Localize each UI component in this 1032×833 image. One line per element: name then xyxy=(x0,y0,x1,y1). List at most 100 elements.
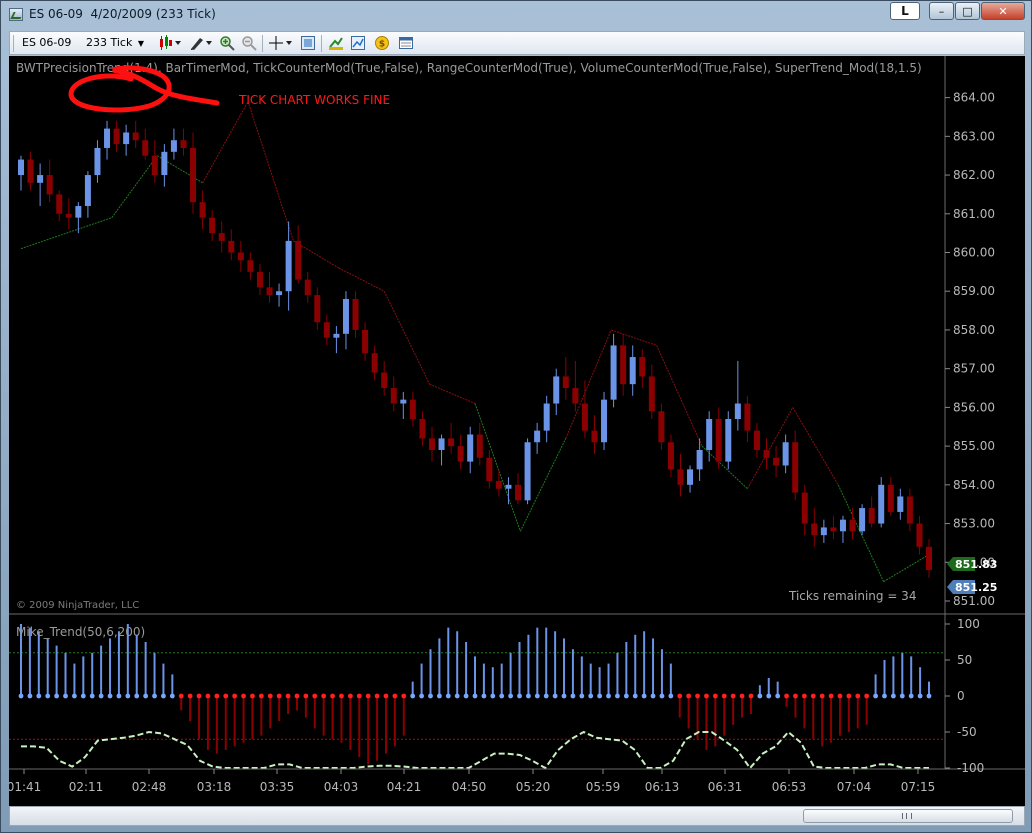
grip-icon xyxy=(902,813,912,819)
price-tick-label: 858.00 xyxy=(953,323,995,337)
osc-dot xyxy=(793,693,798,699)
candle-body xyxy=(266,287,273,296)
maximize-button[interactable]: □ xyxy=(955,2,980,20)
candle-body xyxy=(878,484,885,524)
candle-body xyxy=(505,484,512,489)
osc-dot xyxy=(330,693,335,699)
supertrend-segment xyxy=(429,383,476,404)
osc-dot xyxy=(241,693,246,699)
candle-body xyxy=(610,345,617,400)
candle-body xyxy=(390,388,397,404)
osc-dot xyxy=(374,693,380,699)
candle-body xyxy=(486,457,493,481)
supertrend-segment xyxy=(247,101,294,242)
supertrend-segment xyxy=(792,407,839,486)
osc-dot xyxy=(873,693,878,699)
data-box-icon[interactable] xyxy=(398,35,414,51)
instrument-selector[interactable]: ES 06-09 xyxy=(22,35,84,51)
title-bar[interactable]: ES 06-09 4/20/2009 (233 Tick) L – □ ✕ xyxy=(1,1,1031,29)
candle-body xyxy=(811,523,818,536)
price-tick-label: 861.00 xyxy=(953,207,995,221)
link-button[interactable]: L xyxy=(890,2,920,20)
strategies-icon[interactable] xyxy=(350,35,366,51)
pencil-icon[interactable] xyxy=(188,35,214,51)
osc-dot xyxy=(908,693,914,699)
chart-scrollbar[interactable] xyxy=(9,806,1025,826)
time-tick-label: 06:31 xyxy=(708,780,743,794)
zoom-out-icon[interactable] xyxy=(241,35,257,51)
osc-dot xyxy=(258,693,264,699)
supertrend-segment xyxy=(66,217,112,234)
osc-dot xyxy=(285,693,291,699)
osc-dot xyxy=(926,693,932,699)
osc-signal-line xyxy=(21,730,929,770)
price-tick-label: 860.00 xyxy=(953,246,995,260)
scrollbar-thumb[interactable] xyxy=(803,809,1013,823)
osc-dot xyxy=(534,693,540,699)
osc-dot xyxy=(890,693,896,699)
osc-dot xyxy=(383,693,389,699)
price-chart[interactable]: 864.00 863.00 862.00 861.00 860.00 859.00 858.… xyxy=(9,56,1025,806)
minimize-button[interactable]: – xyxy=(929,2,954,20)
osc-dot xyxy=(392,693,398,699)
money-icon[interactable]: $ xyxy=(374,35,390,51)
osc-dot xyxy=(721,693,727,699)
candle-body xyxy=(515,484,522,501)
period-label: 233 Tick xyxy=(86,36,133,49)
candle-body xyxy=(56,194,63,214)
price-tick-label: 863.00 xyxy=(953,129,995,143)
chart-canvas[interactable]: 864.00 863.00 862.00 861.00 860.00 859.00 858.… xyxy=(9,56,1025,806)
candle-body xyxy=(620,345,627,385)
time-tick-label: 03:35 xyxy=(260,780,295,794)
osc-dot xyxy=(196,693,202,699)
candle-body xyxy=(667,442,674,470)
candle-body xyxy=(428,438,435,450)
chart-window: ES 06-09 4/20/2009 (233 Tick) L – □ ✕ ES… xyxy=(0,0,1032,833)
crosshair-icon[interactable] xyxy=(268,35,294,51)
annotation-text: TICK CHART WORKS FINE xyxy=(238,93,390,107)
candle-body xyxy=(553,376,560,404)
lower-indicator-label: Mike_Trend(50,6,200) xyxy=(16,625,145,639)
candle-body xyxy=(199,202,206,218)
candle-body xyxy=(409,399,416,420)
osc-dot xyxy=(419,693,424,699)
osc-dot xyxy=(152,693,157,699)
osc-dot xyxy=(650,693,656,699)
period-selector[interactable]: 233 Tick ▼ xyxy=(86,35,154,51)
toolbar-separator xyxy=(262,35,263,52)
osc-dot xyxy=(810,693,816,699)
osc-dot xyxy=(89,693,95,699)
candle-body xyxy=(419,419,426,439)
supertrend-segment xyxy=(837,484,885,582)
candle-body xyxy=(734,403,741,420)
osc-dot xyxy=(748,693,754,699)
zoom-in-icon[interactable] xyxy=(219,35,235,51)
osc-dot xyxy=(401,693,407,699)
properties-icon[interactable] xyxy=(300,35,316,51)
osc-dot xyxy=(615,693,620,699)
indicators-icon[interactable] xyxy=(328,35,344,51)
last-price-green-marker: 851.83 xyxy=(947,557,997,571)
candle-body xyxy=(247,260,254,272)
candle-body xyxy=(849,519,856,532)
candle-body xyxy=(190,147,197,203)
candle-body xyxy=(161,151,168,176)
osc-dot xyxy=(606,693,611,699)
chevron-down-icon: ▼ xyxy=(137,39,145,48)
osc-tick-label: 0 xyxy=(957,689,965,703)
candle-body xyxy=(706,419,713,450)
candle-body xyxy=(276,291,283,296)
supertrend-segment xyxy=(383,291,431,385)
osc-tick-label: 100 xyxy=(957,617,980,631)
candle-body xyxy=(753,430,760,450)
close-button[interactable]: ✕ xyxy=(981,2,1025,20)
osc-dot xyxy=(677,693,683,699)
time-tick-label: 02:11 xyxy=(69,780,104,794)
chart-style-icon[interactable] xyxy=(158,35,182,51)
ticks-remaining-label: Ticks remaining = 34 xyxy=(788,589,916,603)
candle-body xyxy=(601,399,608,443)
supertrend-segment xyxy=(474,403,521,532)
last-price-blue-marker: 851.25 xyxy=(947,580,997,594)
osc-dot xyxy=(472,693,478,699)
price-tick-label: 853.00 xyxy=(953,517,995,531)
